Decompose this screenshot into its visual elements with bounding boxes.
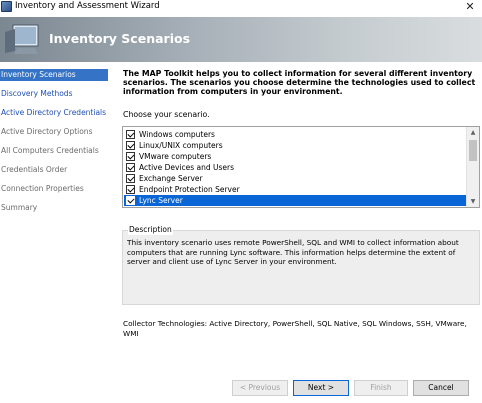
sidebar-item-active-directory-options: Active Directory Options [1, 127, 93, 136]
title-bar: Inventory and Assessment Wizard ✕ [0, 0, 482, 14]
scenario-list[interactable]: Windows computers Linux/UNIX computers V… [122, 126, 480, 208]
sidebar-item-discovery-methods[interactable]: Discovery Methods [0, 88, 108, 100]
scenario-checkbox[interactable] [126, 174, 135, 183]
description-text: This inventory scenario uses remote Powe… [127, 238, 459, 266]
sidebar-item-all-computers-credentials: All Computers Credentials [1, 146, 99, 155]
scenario-label: Linux/UNIX computers [139, 141, 223, 150]
next-button[interactable]: Next > [293, 380, 349, 396]
list-scrollbar[interactable]: ▲ ▼ [466, 127, 479, 207]
scenario-item-active-devices-users[interactable]: Active Devices and Users [124, 162, 468, 173]
page-title: Inventory Scenarios [49, 31, 191, 46]
app-icon [1, 1, 12, 12]
scenario-label: VMware computers [139, 152, 212, 161]
scenario-label: Endpoint Protection Server [139, 185, 240, 194]
header-banner: Inventory Scenarios [0, 17, 482, 62]
sidebar-item-inventory-scenarios[interactable]: Inventory Scenarios [0, 69, 108, 81]
scroll-down-arrow-icon[interactable]: ▼ [467, 196, 479, 207]
scenario-item-endpoint-protection-server[interactable]: Endpoint Protection Server [124, 184, 468, 195]
scroll-thumb[interactable] [469, 140, 477, 161]
scenario-item-linux-unix-computers[interactable]: Linux/UNIX computers [124, 140, 468, 151]
scenario-checkbox[interactable] [126, 130, 135, 139]
scenario-checkbox[interactable] [126, 185, 135, 194]
close-button[interactable]: ✕ [464, 0, 476, 13]
scenario-label: Lync Server [139, 196, 183, 205]
sidebar-item-credentials-order: Credentials Order [1, 165, 68, 174]
collector-technologies-text: Collector Technologies: Active Directory… [123, 319, 467, 338]
finish-button[interactable]: Finish [354, 380, 408, 396]
description-heading: Description [128, 224, 173, 235]
window-title: Inventory and Assessment Wizard [15, 1, 160, 11]
scenario-label: Active Devices and Users [139, 163, 235, 172]
wizard-steps-sidebar: Inventory Scenarios Discovery Methods Ac… [0, 64, 118, 403]
scenario-checkbox[interactable] [126, 163, 135, 172]
choose-scenario-label: Choose your scenario. [123, 110, 210, 119]
computer-monitor-icon [5, 24, 39, 54]
scroll-up-arrow-icon[interactable]: ▲ [467, 127, 479, 138]
previous-button[interactable]: < Previous [232, 380, 288, 396]
scenario-item-exchange-server[interactable]: Exchange Server [124, 173, 468, 184]
scenario-checkbox[interactable] [126, 152, 135, 161]
scenario-item-vmware-computers[interactable]: VMware computers [124, 151, 468, 162]
sidebar-item-active-directory-credentials[interactable]: Active Directory Credentials [0, 107, 108, 119]
scenario-checkbox[interactable] [126, 141, 135, 150]
scenario-label: Windows computers [139, 130, 215, 139]
scenario-item-windows-computers[interactable]: Windows computers [124, 129, 468, 140]
intro-text: The MAP Toolkit helps you to collect inf… [123, 69, 476, 96]
sidebar-item-summary: Summary [1, 203, 38, 212]
scenario-label: Exchange Server [139, 174, 203, 183]
scenario-checkbox[interactable] [126, 196, 135, 205]
sidebar-item-connection-properties: Connection Properties [1, 184, 84, 193]
cancel-button[interactable]: Cancel [413, 380, 469, 396]
scenario-item-lync-server[interactable]: Lync Server [124, 195, 468, 206]
